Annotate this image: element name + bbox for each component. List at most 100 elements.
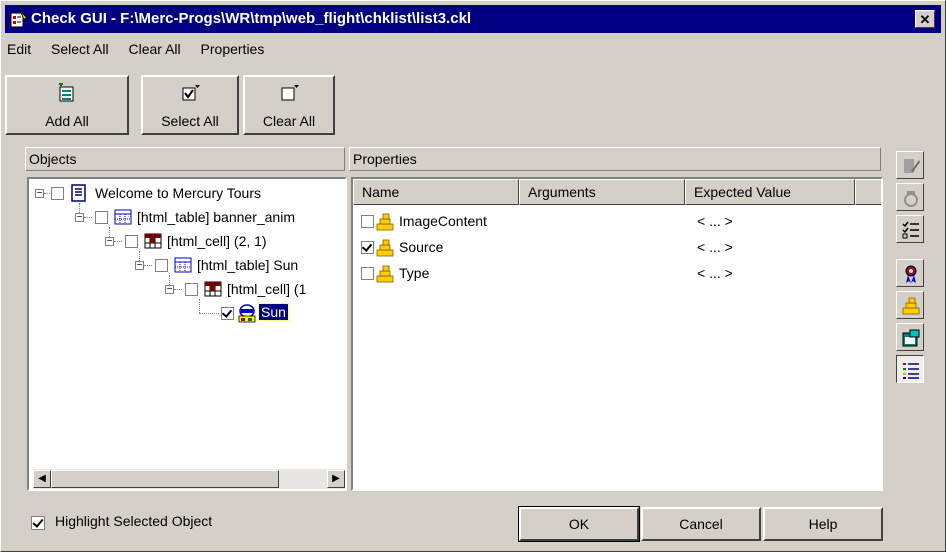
- clear-all-label: Clear All: [262, 113, 316, 129]
- tree-connector: [84, 217, 92, 218]
- list-view-icon: [903, 363, 919, 379]
- tree-node-label: [html_table] banner_anim: [137, 209, 295, 225]
- property-name: ImageContent: [399, 213, 487, 229]
- ok-button[interactable]: OK: [518, 506, 640, 542]
- select-all-button[interactable]: Select All: [141, 75, 239, 135]
- menu-bar: Edit Select All Clear All Properties: [5, 41, 278, 63]
- compare-icon: [904, 191, 918, 207]
- tree-checkbox[interactable]: [185, 283, 198, 296]
- property-row[interactable]: Source < ... >: [353, 235, 881, 261]
- tree-connector: [114, 241, 122, 242]
- tree-connector: [174, 289, 182, 290]
- edit-expected-button[interactable]: [896, 151, 924, 179]
- tree-node-label: [html_table] Sun: [197, 257, 299, 273]
- close-icon: ✕: [919, 12, 931, 27]
- column-header-filler: [855, 179, 881, 205]
- html-table-icon: [174, 257, 192, 273]
- property-row[interactable]: ImageContent < ... >: [353, 209, 881, 235]
- properties-list[interactable]: Name Arguments Expected Value ImageConte…: [351, 177, 883, 491]
- checklist-button[interactable]: [896, 215, 924, 243]
- tree-checkbox[interactable]: [51, 187, 64, 200]
- arrow-right-icon: ▶: [332, 473, 340, 484]
- html-cell-icon: [204, 281, 222, 297]
- window-icon: [902, 329, 920, 347]
- tree-node-label: [html_cell] (1: [227, 281, 307, 297]
- tree-node[interactable]: − [html_table] Sun: [29, 255, 345, 277]
- column-header-name[interactable]: Name: [353, 179, 519, 205]
- checkbox-empty-icon: [281, 85, 299, 101]
- highlight-selected-label: Highlight Selected Object: [55, 513, 213, 529]
- tree-node-label: [html_cell] (2, 1): [167, 233, 267, 249]
- properties-header: Properties: [349, 147, 881, 171]
- column-header-expected-value[interactable]: Expected Value: [685, 179, 855, 205]
- tree-connector: [44, 193, 50, 194]
- checklist-icon: [902, 221, 919, 239]
- edit-expected-icon: [904, 159, 920, 173]
- collapse-icon[interactable]: −: [135, 261, 144, 271]
- property-expected-value[interactable]: < ... >: [697, 239, 733, 255]
- select-all-label: Select All: [161, 113, 219, 129]
- tree-checkbox[interactable]: [125, 235, 138, 248]
- property-icon: [376, 265, 394, 283]
- properties-button[interactable]: [896, 291, 924, 319]
- property-checkbox[interactable]: [361, 215, 374, 228]
- tree-node-label: Welcome to Mercury Tours: [95, 185, 261, 201]
- arrow-left-icon: ◀: [38, 473, 46, 484]
- collapse-icon[interactable]: −: [35, 189, 44, 199]
- tree-checkbox[interactable]: [95, 211, 108, 224]
- checkbox-checked-icon: [182, 85, 200, 101]
- tree-connector: [144, 265, 152, 266]
- objects-header: Objects: [25, 147, 345, 171]
- html-page-icon: [71, 184, 86, 202]
- tree-node[interactable]: − [html_cell] (1: [29, 279, 345, 301]
- property-name: Source: [399, 239, 444, 255]
- scroll-right-button[interactable]: ▶: [327, 470, 345, 488]
- tree-checkbox[interactable]: [221, 307, 234, 320]
- add-all-icon: [59, 83, 74, 102]
- property-icon: [376, 239, 394, 257]
- window-title: Check GUI - F:\Merc-Progs\WR\tmp\web_fli…: [31, 10, 472, 27]
- menu-properties[interactable]: Properties: [199, 41, 267, 57]
- property-checkbox[interactable]: [361, 241, 374, 254]
- collapse-icon[interactable]: −: [105, 237, 114, 247]
- property-expected-value[interactable]: < ... >: [697, 265, 733, 281]
- property-name: Type: [399, 265, 430, 281]
- add-all-button[interactable]: Add All: [5, 75, 129, 135]
- tree-connector: [199, 313, 219, 314]
- collapse-icon[interactable]: −: [75, 213, 84, 223]
- tree-node[interactable]: − Welcome to Mercury Tours: [29, 183, 345, 205]
- property-checkbox[interactable]: [361, 267, 374, 280]
- column-header-arguments[interactable]: Arguments: [519, 179, 685, 205]
- tree-horizontal-scrollbar[interactable]: ◀ ▶: [33, 469, 345, 489]
- menu-select-all[interactable]: Select All: [49, 41, 111, 57]
- clear-all-button[interactable]: Clear All: [243, 75, 335, 135]
- html-cell-icon: [144, 233, 162, 249]
- property-expected-value[interactable]: < ... >: [697, 213, 733, 229]
- tree-node[interactable]: Sun: [29, 303, 345, 325]
- cancel-button[interactable]: Cancel: [641, 507, 761, 541]
- property-row[interactable]: Type < ... >: [353, 261, 881, 287]
- tree-node[interactable]: − [html_cell] (2, 1): [29, 231, 345, 253]
- objects-tree[interactable]: − Welcome to Mercury Tours − [html_table…: [27, 177, 347, 491]
- scroll-left-button[interactable]: ◀: [33, 470, 51, 488]
- ribbon-button[interactable]: [896, 259, 924, 287]
- scroll-thumb[interactable]: [51, 470, 279, 488]
- highlight-selected-checkbox[interactable]: [31, 516, 45, 530]
- list-view-button[interactable]: [896, 355, 924, 383]
- tree-node-label-selected: Sun: [258, 303, 289, 321]
- add-all-label: Add All: [45, 113, 89, 129]
- tree-node[interactable]: − [html_table] banner_anim: [29, 207, 345, 229]
- menu-edit[interactable]: Edit: [5, 41, 33, 57]
- window-button[interactable]: [896, 323, 924, 351]
- check-gui-app-icon: [10, 10, 28, 28]
- menu-clear-all[interactable]: Clear All: [127, 41, 183, 57]
- help-button[interactable]: Help: [763, 507, 883, 541]
- collapse-icon[interactable]: −: [165, 285, 174, 295]
- title-bar: Check GUI - F:\Merc-Progs\WR\tmp\web_fli…: [5, 5, 941, 33]
- ribbon-icon: [905, 265, 917, 283]
- image-object-icon: [238, 304, 256, 323]
- property-icon: [902, 297, 920, 315]
- tree-checkbox[interactable]: [155, 259, 168, 272]
- compare-button[interactable]: [896, 183, 924, 211]
- close-button[interactable]: ✕: [915, 10, 935, 28]
